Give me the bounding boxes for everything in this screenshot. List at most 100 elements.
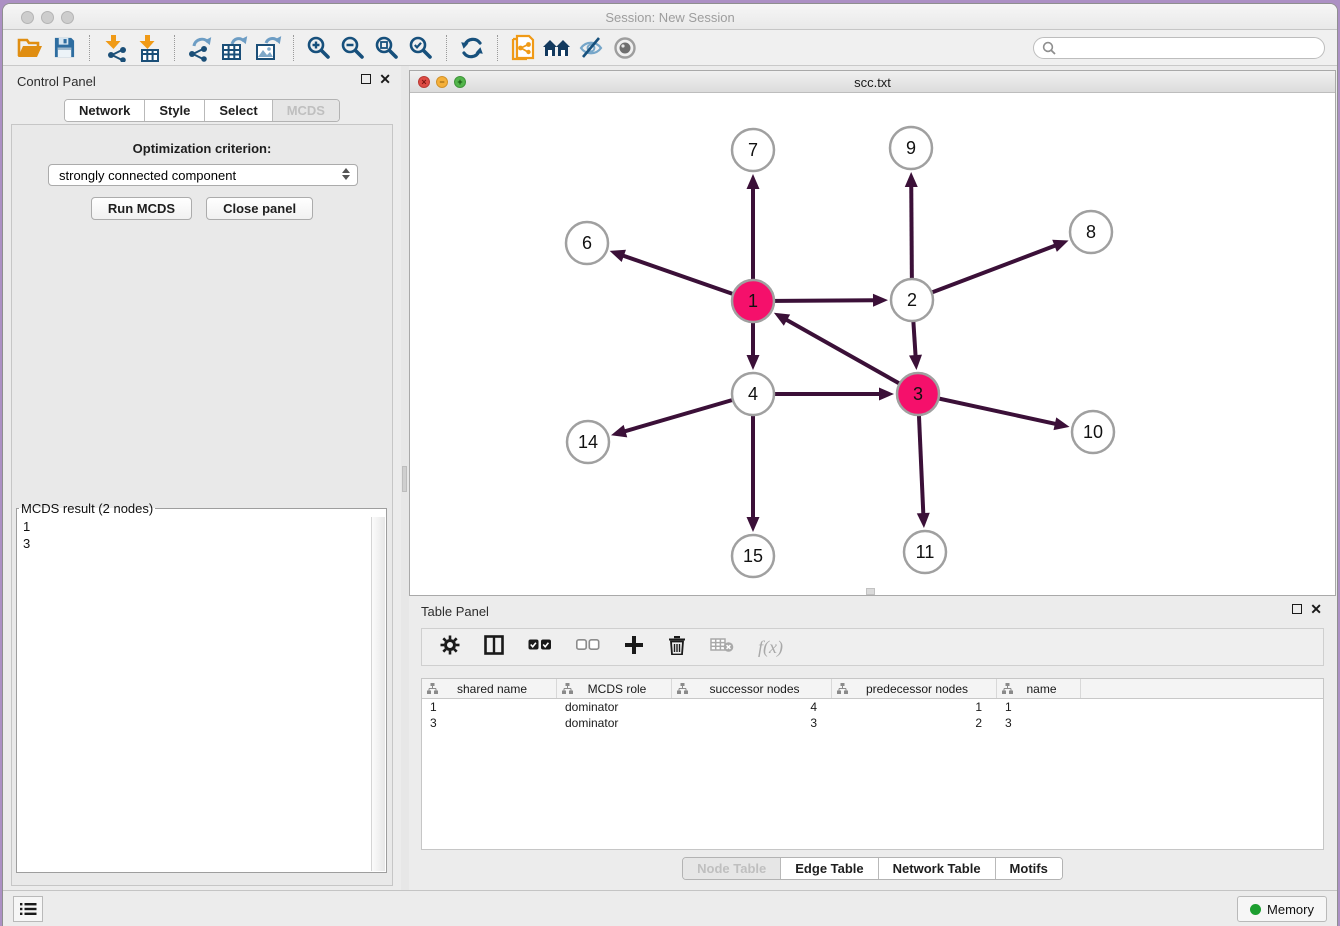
table-row[interactable]: 1dominator411 [422,699,1323,715]
save-icon [53,36,76,59]
memory-button[interactable]: Memory [1237,896,1327,922]
deselect-all-button[interactable] [576,638,600,656]
mcds-result-group: MCDS result (2 nodes) 1 3 [16,501,387,873]
show-details-button[interactable] [608,33,642,63]
table-settings-button[interactable] [440,635,460,660]
network-title: scc.txt [410,75,1335,90]
zoom-out-button[interactable] [336,33,370,63]
table-cell: 1 [832,699,997,715]
zoom-selected-icon [408,35,434,61]
table-cell: 3 [422,715,557,731]
float-panel-icon[interactable] [1292,604,1302,614]
select-all-button[interactable] [528,638,552,656]
table-toolbar: f(x) [421,628,1324,666]
graph-edge-2-8[interactable] [912,245,1056,300]
edge-arrowhead [905,172,918,187]
splitter-grip[interactable] [402,466,407,492]
tab-edge-table[interactable]: Edge Table [781,858,878,879]
import-network-button[interactable] [98,33,132,63]
vertical-splitter[interactable] [401,66,409,890]
status-bar: Memory [3,890,1337,926]
network-graph: 7968124314101511 [410,93,1338,595]
run-mcds-button[interactable]: Run MCDS [91,197,192,220]
tab-network-table[interactable]: Network Table [879,858,996,879]
hide-details-button[interactable] [574,33,608,63]
toolbar-separator [497,35,498,61]
table-cell: 1 [997,699,1081,715]
table-row[interactable]: 3dominator323 [422,715,1323,731]
attribute-icon [1002,683,1013,694]
node-label: 7 [748,140,758,160]
application-window: Session: New Session [2,3,1338,926]
open-folder-icon [17,36,43,60]
node-label: 2 [907,290,917,310]
open-session-button[interactable] [13,33,47,63]
zoom-fit-button[interactable] [370,33,404,63]
table-cell: 3 [997,715,1081,731]
node-label: 11 [916,542,935,562]
column-header-MCDS-role[interactable]: MCDS role [557,679,672,698]
add-column-button[interactable] [624,635,644,660]
table-panel-tabs: Node TableEdge TableNetwork TableMotifs [682,857,1063,880]
attribute-icon [562,683,573,694]
task-history-button[interactable] [13,896,43,922]
zoom-in-button[interactable] [302,33,336,63]
control-panel-title: Control Panel [17,74,96,89]
mcds-panel: Optimization criterion: strongly connect… [11,124,393,886]
search-field[interactable] [1033,37,1325,59]
edge-arrowhead [879,388,894,401]
column-header-shared-name[interactable]: shared name [422,679,557,698]
search-icon [1042,41,1056,55]
zoom-out-icon [340,35,366,61]
graph-edge-3-1[interactable] [785,319,918,394]
attribute-icon [677,683,688,694]
refresh-layout-button[interactable] [455,33,489,63]
tab-style[interactable]: Style [145,100,205,121]
tab-motifs[interactable]: Motifs [996,858,1062,879]
delete-column-button[interactable] [668,635,686,660]
close-panel-button[interactable]: Close panel [206,197,313,220]
node-label: 3 [913,384,923,404]
column-header-name[interactable]: name [997,679,1081,698]
tab-mcds[interactable]: MCDS [273,100,339,121]
delete-table-button[interactable] [710,637,734,658]
first-neighbors-button[interactable] [540,33,574,63]
refresh-icon [459,36,485,60]
toolbar-separator [446,35,447,61]
column-header-predecessor-nodes[interactable]: predecessor nodes [832,679,997,698]
tab-select[interactable]: Select [205,100,272,121]
float-panel-icon[interactable] [361,74,371,84]
close-panel-icon[interactable]: ✕ [379,74,391,84]
toolbar-separator [89,35,90,61]
export-table-button[interactable] [217,33,251,63]
titlebar: Session: New Session [3,4,1337,30]
split-table-button[interactable] [484,635,504,660]
checked-boxes-icon [528,639,552,651]
list-icon [19,902,37,916]
control-panel-tabs: NetworkStyleSelectMCDS [64,99,340,122]
column-header-successor-nodes[interactable]: successor nodes [672,679,832,698]
export-network-button[interactable] [183,33,217,63]
function-builder-button[interactable]: f(x) [758,637,783,658]
split-columns-icon [484,635,504,655]
canvas-resize-grip[interactable] [866,588,875,595]
toolbar-separator [293,35,294,61]
result-scrollbar[interactable] [371,517,385,871]
tab-node-table[interactable]: Node Table [683,858,781,879]
save-session-button[interactable] [47,33,81,63]
export-image-button[interactable] [251,33,285,63]
criterion-dropdown[interactable]: strongly connected component [48,164,358,186]
network-canvas[interactable]: 7968124314101511 [410,93,1335,595]
zoom-selected-button[interactable] [404,33,438,63]
import-table-button[interactable] [132,33,166,63]
plus-icon [624,635,644,655]
mcds-result-title: MCDS result (2 nodes) [19,501,155,516]
search-input[interactable] [1056,41,1306,56]
table-panel-title: Table Panel [421,604,489,619]
memory-label: Memory [1267,902,1314,917]
edge-arrowhead [747,517,760,532]
tab-network[interactable]: Network [65,100,145,121]
trash-icon [668,635,686,655]
copy-network-button[interactable] [506,33,540,63]
close-panel-icon[interactable]: ✕ [1310,604,1322,614]
